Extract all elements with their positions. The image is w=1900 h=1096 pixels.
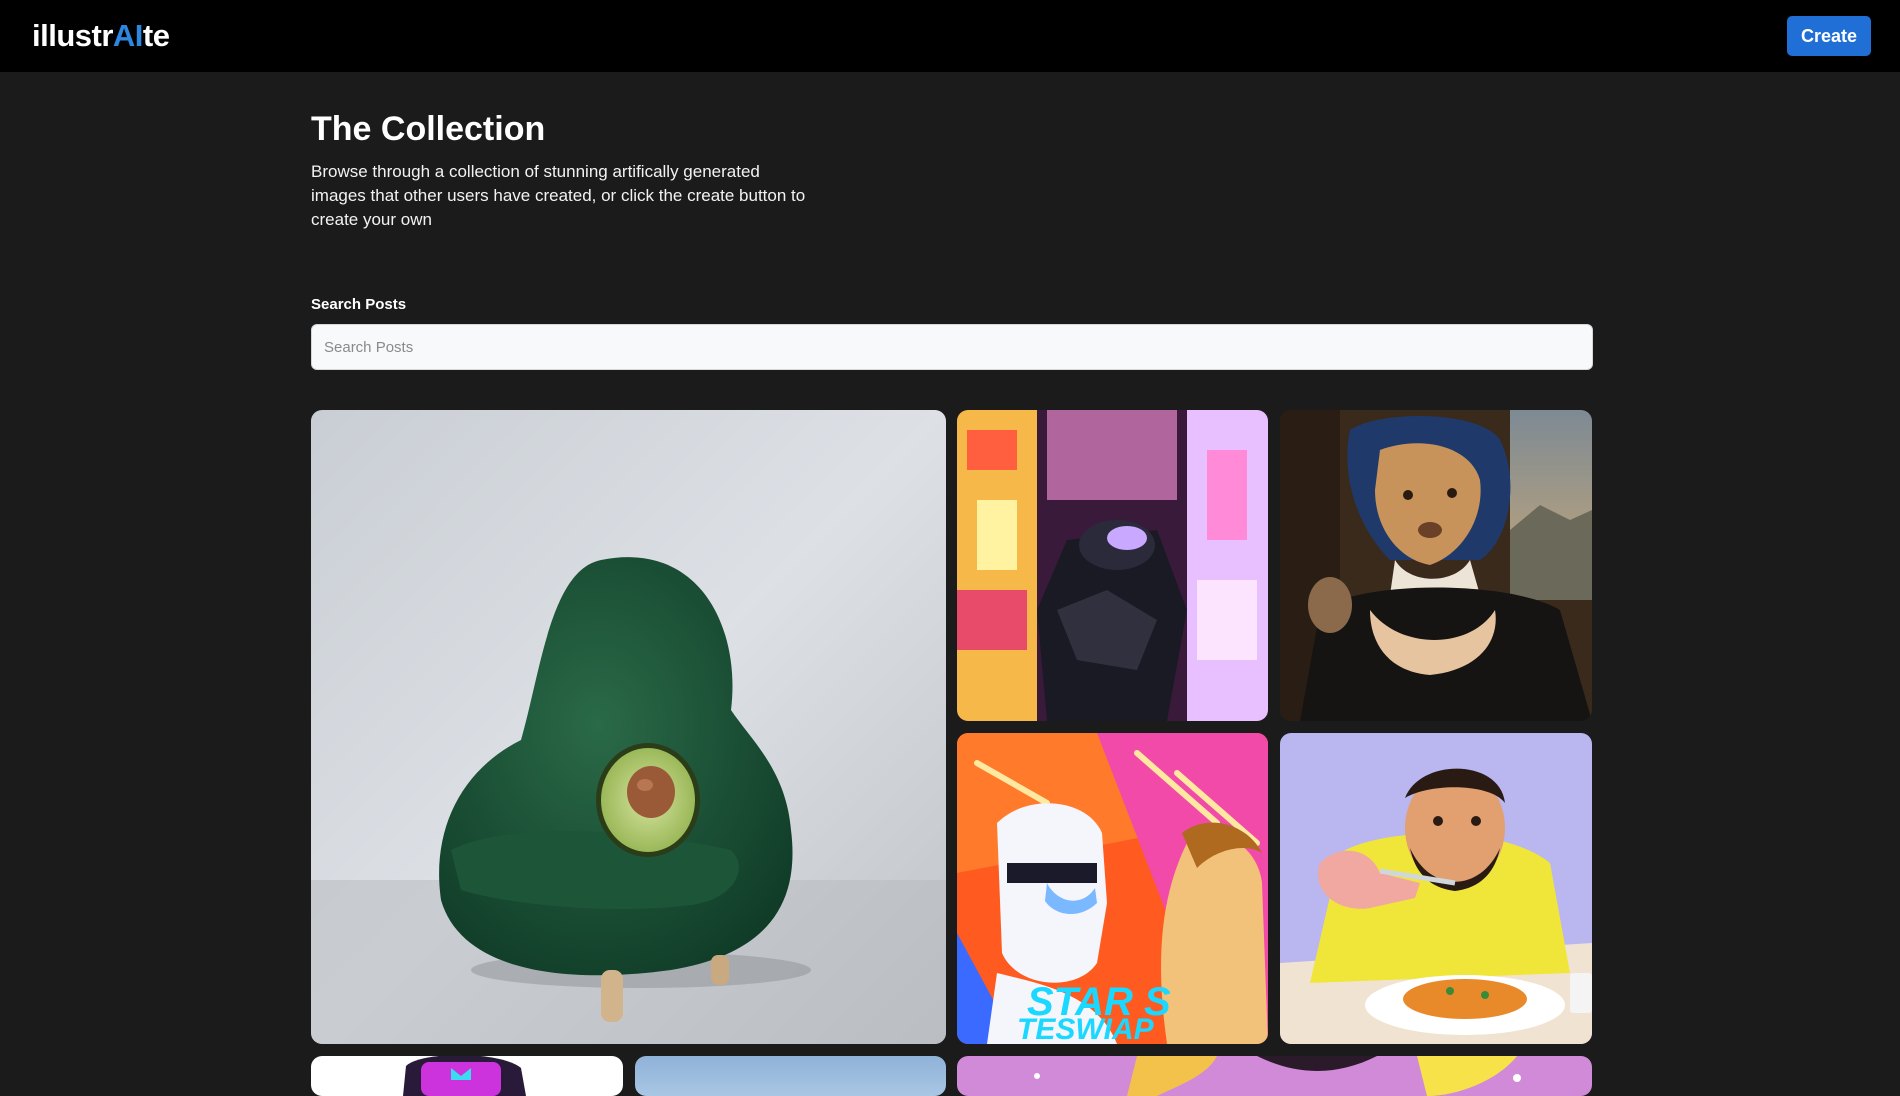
gallery-item-dog-portrait-painting[interactable] [1280,410,1592,721]
purple-cartoon-image [311,1056,623,1096]
blue-sky-image [635,1056,946,1096]
svg-text:TESWIAP: TESWIAP [1017,1013,1155,1044]
logo-text-prefix: illustr [32,18,113,53]
logo-text-ai: AI [112,18,144,53]
gallery-item-avocado-armchair[interactable] [311,410,946,1044]
man-eating-pasta-image [1280,733,1592,1044]
gallery-item-neon-robot-city[interactable] [957,410,1268,721]
search-input[interactable] [311,324,1593,370]
pink-abstract-image [957,1056,1592,1096]
create-button[interactable]: Create [1787,16,1871,56]
gallery-item-pink-abstract[interactable] [957,1056,1592,1096]
avocado-armchair-image [311,410,946,1044]
top-bar: illustrAIte Create [0,0,1900,72]
gallery-item-man-eating-pasta[interactable] [1280,733,1592,1044]
neon-robot-city-image [957,410,1268,721]
gallery-item-purple-cartoon[interactable] [311,1056,623,1096]
page-description: Browse through a collection of stunning … [311,162,806,229]
logo-text-suffix: te [142,18,170,53]
gallery-item-blue-sky[interactable] [635,1056,946,1096]
stormtrooper-comic-image: STAR S TESWIAP [957,733,1268,1044]
page-title: The Collection [311,110,546,148]
search-label: Search Posts [311,296,407,313]
app-logo[interactable]: illustrAIte [32,18,170,54]
dog-portrait-painting-image [1280,410,1592,721]
gallery-item-stormtrooper-comic[interactable]: STAR S TESWIAP [957,733,1268,1044]
